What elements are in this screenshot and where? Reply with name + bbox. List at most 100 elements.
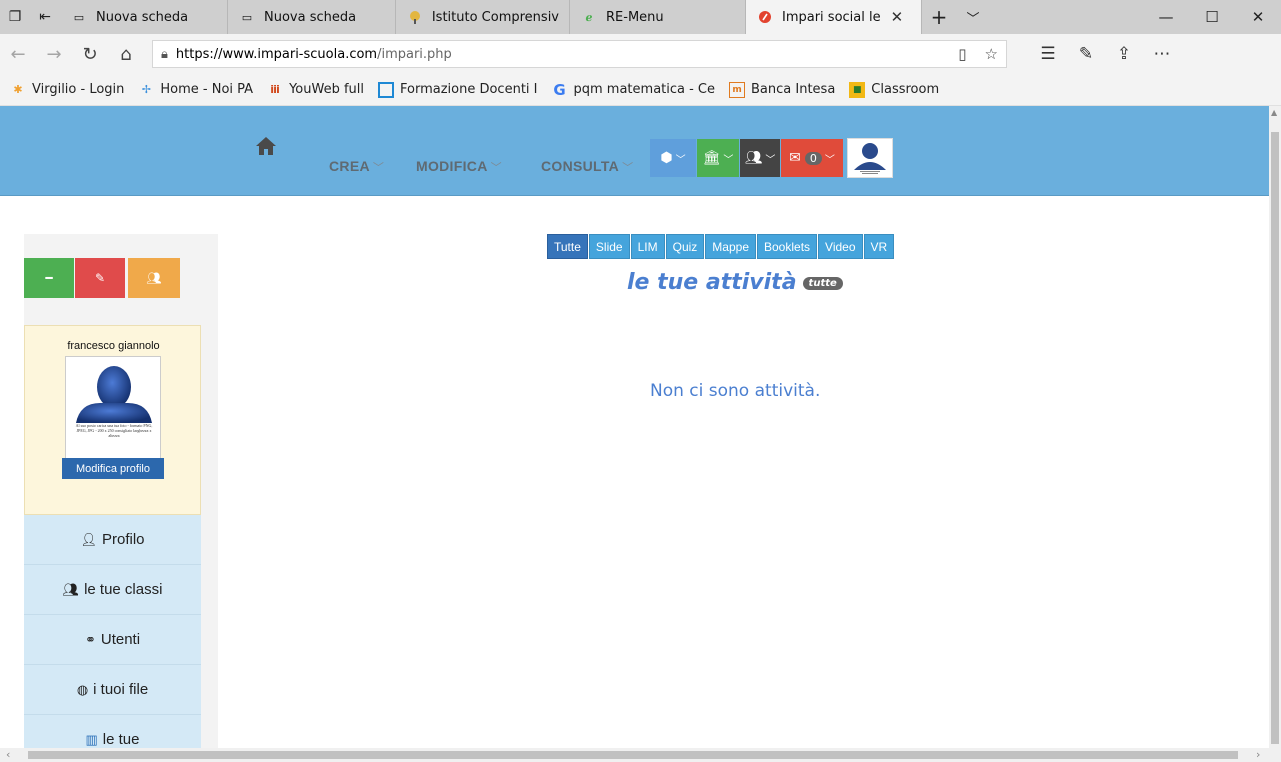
scroll-right-icon[interactable]: ›	[1256, 748, 1260, 761]
groups-dropdown[interactable]: 👥︎ ﹀	[740, 139, 780, 177]
close-tab-icon[interactable]: ✕	[891, 8, 904, 26]
fav-classroom[interactable]: ■ Classroom	[849, 81, 939, 98]
menu-modifica-label: MODIFICA	[416, 158, 488, 174]
filter-vr[interactable]: VR	[863, 234, 895, 259]
site-home-icon[interactable]	[255, 136, 277, 162]
user-icon: 👤︎	[80, 531, 97, 547]
scroll-up-icon[interactable]: ▲	[1271, 108, 1277, 117]
minus-icon: ━	[45, 271, 53, 285]
chevron-down-icon: ﹀	[675, 154, 686, 166]
vertical-scrollbar[interactable]: ▲	[1269, 106, 1281, 762]
horizontal-scroll-thumb[interactable]	[28, 751, 1238, 759]
site-top-nav: CREA ﹀ MODIFICA ﹀ CONSULTA ﹀ ⬢ ﹀ 🏛︎ ﹀ 👥︎ ﹀ ✉ 0 ﹀	[0, 106, 1269, 196]
institution-dropdown[interactable]: 🏛︎ ﹀	[697, 139, 739, 177]
sidebar-item-label: le tue	[102, 731, 140, 748]
more-icon[interactable]: ⋯	[1143, 44, 1181, 64]
tab-title: Nuova scheda	[264, 9, 357, 25]
tab-title: Istituto Comprensiv	[431, 9, 559, 25]
close-window-icon[interactable]: ✕	[1235, 0, 1281, 34]
binoculars-icon: ⚭	[84, 631, 96, 647]
sidebar-item-utenti[interactable]: ⚭ Utenti	[24, 615, 201, 665]
fav-formazione[interactable]: Formazione Docenti I	[378, 81, 538, 98]
address-input[interactable]: 🔒︎ https://www.impari-scuola.com/impari.…	[152, 40, 1007, 68]
users-icon: 👥︎	[62, 581, 80, 597]
tab-istituto[interactable]: Istituto Comprensiv	[396, 0, 570, 34]
address-toolbar: ← → ↻ ⌂ 🔒︎ https://www.impari-scuola.com…	[0, 34, 1281, 74]
chart-icon: ▥	[85, 731, 98, 747]
sidebar-item-file[interactable]: ◍ i tuoi file	[24, 665, 201, 715]
messages-dropdown[interactable]: ✉ 0 ﹀	[781, 139, 843, 177]
pencil-icon: ✎	[94, 271, 106, 285]
page-icon: ▭	[241, 10, 253, 24]
tab-nuova-scheda-1[interactable]: ▭ Nuova scheda	[60, 0, 228, 34]
filter-slide[interactable]: Slide	[588, 234, 630, 259]
favorite-star-icon[interactable]: ☆	[985, 45, 998, 63]
tab-nuova-scheda-2[interactable]: ▭ Nuova scheda	[228, 0, 396, 34]
filter-quiz[interactable]: Quiz	[665, 234, 705, 259]
fav-virgilio[interactable]: ✱ Virgilio - Login	[10, 82, 124, 98]
collapse-button[interactable]: ━	[24, 258, 74, 298]
forward-icon[interactable]: →	[36, 34, 72, 74]
globe-icon: ◍	[76, 681, 89, 697]
horizontal-scrollbar[interactable]: ‹ ›	[0, 748, 1269, 762]
maximize-icon[interactable]: ☐	[1189, 0, 1235, 34]
filter-status-badge: tutte	[802, 276, 843, 290]
sidebar-item-statistiche[interactable]: ▥ le tue	[24, 715, 201, 748]
edit-profile-button[interactable]: Modifica profilo	[62, 458, 164, 479]
browser-tab-bar: ❐ ⇤ ▭ Nuova scheda ▭ Nuova scheda Istitu…	[0, 0, 1281, 34]
resources-dropdown[interactable]: ⬢ ﹀	[650, 139, 696, 177]
lock-icon: 🔒︎	[161, 46, 168, 62]
tab-re-menu[interactable]: ℯ RE-Menu	[570, 0, 746, 34]
refresh-icon[interactable]: ↻	[72, 34, 108, 74]
new-tab-icon[interactable]: +	[922, 0, 956, 34]
reading-view-icon[interactable]: ▯	[958, 45, 966, 63]
filter-lim[interactable]: LIM	[630, 234, 665, 259]
tab-actions-icon[interactable]: ❐	[0, 0, 30, 34]
noipa-icon: ✢	[141, 83, 152, 96]
scroll-left-icon[interactable]: ‹	[6, 748, 10, 761]
filter-booklets[interactable]: Booklets	[757, 234, 818, 259]
users-icon: 👥︎	[744, 150, 763, 166]
set-tabs-aside-icon[interactable]: ⇤	[30, 0, 60, 34]
sidebar-item-profilo[interactable]: 👤︎ Profilo	[24, 515, 201, 565]
back-icon[interactable]: ←	[0, 34, 36, 74]
fav-label: Home - Noi PA	[160, 82, 254, 97]
favorites-hub-icon[interactable]: ☰	[1029, 44, 1067, 64]
cubes-icon: ⬢	[660, 150, 673, 166]
chevron-down-icon: ﹀	[723, 154, 734, 166]
home-icon[interactable]: ⌂	[108, 34, 144, 74]
impari-icon	[756, 9, 774, 25]
fav-label: Virgilio - Login	[32, 82, 125, 97]
chevron-down-icon[interactable]: ﹀	[956, 0, 990, 34]
tab-impari-active[interactable]: Impari social le ✕	[746, 0, 922, 34]
formazione-icon	[378, 81, 394, 98]
filter-video[interactable]: Video	[818, 234, 863, 259]
fav-label: Banca Intesa	[751, 82, 836, 97]
groups-button[interactable]: 👥︎	[128, 258, 180, 298]
fav-youweb[interactable]: ⅲ YouWeb full	[267, 82, 364, 98]
minimize-icon[interactable]: —	[1143, 0, 1189, 34]
menu-modifica[interactable]: MODIFICA ﹀	[416, 158, 502, 175]
fav-pqm[interactable]: G pqm matematica - Ce	[552, 81, 715, 99]
edit-button[interactable]: ✎	[75, 258, 125, 298]
fav-banca[interactable]: m Banca Intesa	[729, 81, 836, 98]
mail-count-badge: 0	[804, 151, 822, 165]
youweb-icon: ⅲ	[270, 83, 280, 96]
user-avatar-menu[interactable]	[847, 138, 893, 178]
envelope-icon: ✉	[789, 150, 801, 166]
users-icon: 👥︎	[146, 271, 162, 285]
filter-mappe[interactable]: Mappe	[705, 234, 756, 259]
fav-noipa[interactable]: ✢ Home - Noi PA	[138, 82, 253, 98]
vertical-scroll-thumb[interactable]	[1271, 132, 1279, 744]
pen-notes-icon[interactable]: ✎	[1067, 44, 1105, 64]
chevron-down-icon: ﹀	[622, 162, 634, 174]
sidebar-item-classi[interactable]: 👥︎ le tue classi	[24, 565, 201, 615]
share-icon[interactable]: ⇪	[1105, 44, 1143, 64]
page-icon: ▭	[73, 10, 85, 24]
filter-tutte[interactable]: Tutte	[547, 234, 588, 259]
chevron-down-icon: ﹀	[490, 162, 502, 174]
profile-name: francesco giannolo	[67, 340, 160, 352]
banca-icon: m	[729, 81, 746, 98]
menu-consulta[interactable]: CONSULTA ﹀	[541, 158, 633, 175]
menu-crea[interactable]: CREA ﹀	[329, 158, 384, 175]
